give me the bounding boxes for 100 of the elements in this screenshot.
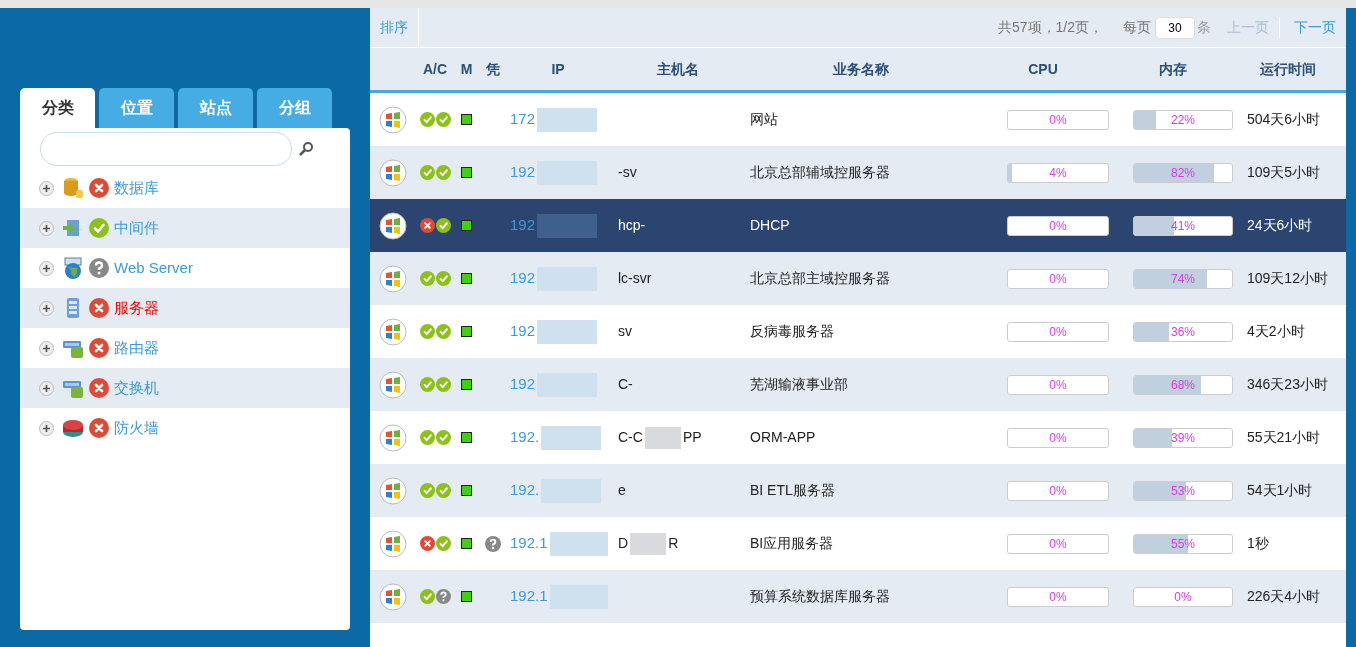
ip-link[interactable]: 192.	[510, 479, 540, 502]
table-row[interactable]: 192 C- 芜湖输液事业部 0% 68% 346天23小时	[370, 358, 1346, 411]
windows-logo-icon	[378, 423, 407, 452]
ip-link[interactable]: 192	[510, 267, 536, 290]
sidebar-tab[interactable]: 位置	[99, 88, 174, 128]
table-row[interactable]: 192. e BI ETL服务器 0% 53% 54天1小时	[370, 464, 1346, 517]
usage-bar: 0%	[1007, 321, 1109, 342]
column-header[interactable]: 主机名	[608, 58, 748, 80]
blurred-area	[630, 532, 667, 555]
check-circle-icon	[435, 218, 451, 233]
category-item[interactable]: 服务器	[114, 296, 159, 320]
column-header[interactable]: CPU	[973, 58, 1113, 80]
blurred-area	[537, 319, 598, 344]
sidebar-tab[interactable]: 站点	[178, 88, 253, 128]
blurred-area	[537, 107, 598, 132]
column-header[interactable]: A/C	[415, 58, 455, 80]
category-item[interactable]: 交换机	[114, 376, 159, 400]
table-row[interactable]: 192.1 预算系统数据库服务器 0% 0% 226天4小时	[370, 570, 1346, 623]
category-item[interactable]: Web Server	[114, 256, 193, 280]
ip-link[interactable]: 172	[510, 108, 536, 131]
column-header[interactable]: M	[455, 58, 478, 80]
check-circle-icon	[435, 324, 451, 339]
firewall-icon	[62, 417, 84, 439]
windows-logo-icon	[378, 317, 407, 346]
sort-button[interactable]: 排序	[370, 8, 419, 47]
business-name: 预算系统数据库服务器	[749, 587, 891, 606]
hostname-text: hcp-	[618, 216, 646, 235]
ip-link[interactable]: 192.	[510, 426, 540, 449]
blurred-area	[541, 425, 602, 450]
search-field[interactable]	[40, 132, 292, 166]
table-row[interactable]: 192 hcp- DHCP 0% 41% 24天6小时	[370, 199, 1346, 252]
column-header[interactable]: 凭	[478, 58, 508, 80]
hostname-text: PP	[682, 428, 702, 447]
hostname-text: R	[668, 534, 679, 553]
category-item[interactable]: 路由器	[114, 336, 159, 360]
usage-bar: 22%	[1133, 109, 1233, 130]
column-header[interactable]: 业务名称	[748, 58, 973, 80]
blurred-area	[549, 531, 608, 556]
next-page-link[interactable]: 下一页	[1294, 17, 1336, 38]
expand-icon[interactable]	[39, 420, 54, 436]
ip-link[interactable]: 192	[510, 373, 536, 396]
usage-bar: 68%	[1133, 374, 1233, 395]
expand-icon[interactable]	[39, 340, 54, 356]
usage-bar: 36%	[1133, 321, 1233, 342]
table-row[interactable]: 192 lc-svr 北京总部主域控服务器 0% 74% 109天12小时	[370, 252, 1346, 305]
uptime-text: 109天12小时	[1246, 269, 1328, 288]
business-name: DHCP	[749, 216, 791, 235]
hostname-text: D	[618, 534, 629, 553]
windows-logo-icon	[378, 529, 407, 558]
check-circle-icon	[419, 483, 435, 498]
uptime-text: 24天6小时	[1246, 216, 1313, 235]
error-circle-icon	[419, 218, 435, 233]
ip-link[interactable]: 192.1	[510, 585, 548, 608]
ip-link[interactable]: 192	[510, 161, 536, 184]
category-item[interactable]: 数据库	[114, 176, 159, 200]
windows-logo-icon	[378, 264, 407, 293]
error-circle-icon	[89, 338, 109, 358]
uptime-text: 346天23小时	[1246, 375, 1328, 394]
table-row[interactable]: 192 -sv 北京总部辅域控服务器 4% 82% 109天5小时	[370, 146, 1346, 199]
windows-logo-icon	[378, 582, 407, 611]
error-circle-icon	[89, 298, 109, 318]
usage-bar: 0%	[1133, 586, 1233, 607]
uptime-text: 4天2小时	[1246, 322, 1305, 341]
windows-logo-icon	[378, 476, 407, 505]
monitor-status-icon	[461, 167, 472, 178]
usage-bar: 0%	[1007, 215, 1109, 236]
column-header[interactable]: 运行时间	[1233, 58, 1343, 80]
check-circle-icon	[435, 377, 451, 392]
ip-link[interactable]: 192	[510, 320, 536, 343]
monitor-status-icon	[461, 591, 472, 602]
uptime-text: 504天6小时	[1246, 110, 1321, 129]
category-item[interactable]: 中间件	[114, 216, 159, 240]
hostname-text: sv	[618, 322, 632, 341]
expand-icon[interactable]	[39, 220, 54, 236]
check-circle-icon	[89, 218, 109, 238]
per-page-field[interactable]: 30	[1155, 16, 1195, 39]
hostname-text: C-	[618, 375, 633, 394]
category-item[interactable]: 防火墙	[114, 416, 159, 440]
ip-link[interactable]: 192	[510, 214, 536, 237]
expand-icon[interactable]	[39, 380, 54, 396]
blurred-area	[537, 213, 598, 238]
page-summary: 共57项，1/2页，	[997, 18, 1103, 37]
search-icon[interactable]	[298, 141, 314, 157]
expand-icon[interactable]	[39, 260, 54, 276]
usage-bar: 74%	[1133, 268, 1233, 289]
expand-icon[interactable]	[39, 300, 54, 316]
question-circle-icon	[89, 258, 109, 278]
sidebar-tab[interactable]: 分组	[257, 88, 332, 128]
ip-link[interactable]: 192.1	[510, 532, 548, 555]
monitor-status-icon	[461, 220, 472, 231]
check-circle-icon	[419, 377, 435, 392]
column-header[interactable]: IP	[508, 58, 608, 80]
column-header[interactable]: 内存	[1113, 58, 1233, 80]
windows-logo-icon	[378, 370, 407, 399]
sidebar-tab[interactable]: 分类	[20, 88, 95, 128]
expand-icon[interactable]	[39, 180, 54, 196]
usage-bar: 55%	[1133, 533, 1233, 554]
uptime-text: 55天21小时	[1246, 428, 1321, 447]
globe-icon	[62, 257, 84, 279]
error-circle-icon	[89, 418, 109, 438]
